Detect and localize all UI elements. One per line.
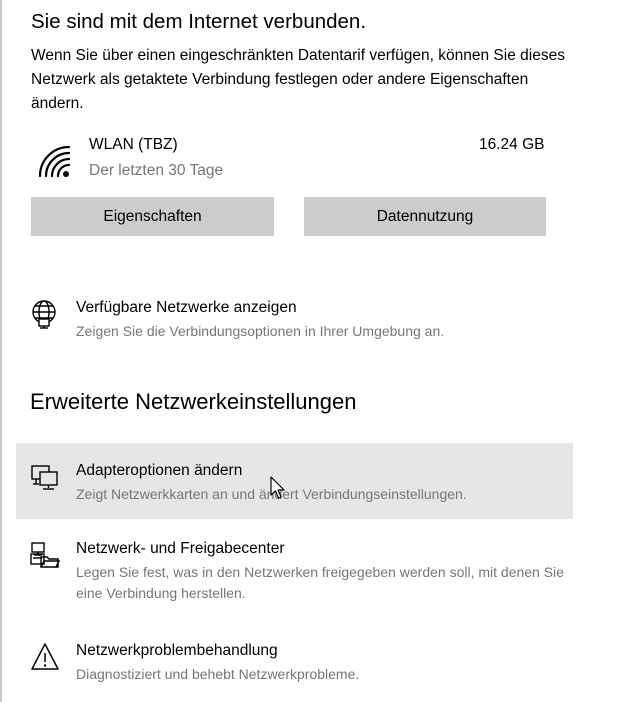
troubleshooter-subtitle: Diagnostiziert und behebt Netzwerkproble… (76, 666, 360, 682)
sharing-center-link[interactable]: Netzwerk- und Freigabecenter Legen Sie f… (16, 537, 573, 609)
properties-button[interactable]: Eigenschaften (31, 197, 274, 236)
network-data-usage: 16.24 GB (479, 136, 545, 153)
connection-status-description: Wenn Sie über einen eingeschränkten Date… (31, 47, 565, 112)
adapter-options-subtitle: Zeigt Netzwerkkarten an und ändert Verbi… (76, 486, 467, 502)
network-period: Der letzten 30 Tage (89, 162, 224, 179)
warning-icon (31, 643, 59, 670)
adapter-options-title: Adapteroptionen ändern (76, 462, 243, 479)
network-adapter-icon (31, 465, 58, 490)
available-networks-link[interactable]: Verfügbare Netzwerke anzeigen Zeigen Sie… (16, 296, 573, 346)
adapter-options-link[interactable]: Adapteroptionen ändern Zeigt Netzwerkkar… (16, 443, 573, 519)
troubleshooter-title: Netzwerkproblembehandlung (76, 642, 278, 659)
network-name: WLAN (TBZ) (89, 136, 178, 153)
sharing-center-title: Netzwerk- und Freigabecenter (76, 540, 285, 557)
window-left-edge (0, 0, 2, 702)
sharing-center-subtitle: Legen Sie fest, was in den Netzwerken fr… (76, 564, 564, 601)
globe-icon (32, 300, 56, 329)
available-networks-subtitle: Zeigen Sie die Verbindungsoptionen in Ih… (76, 323, 445, 339)
mouse-cursor-icon (270, 476, 285, 499)
wifi-icon (38, 145, 71, 178)
troubleshooter-link[interactable]: Netzwerkproblembehandlung Diagnostiziert… (16, 639, 573, 689)
sharing-center-icon (30, 542, 60, 568)
available-networks-title: Verfügbare Netzwerke anzeigen (76, 299, 297, 316)
connection-status-title: Sie sind mit dem Internet verbunden. (31, 10, 367, 33)
data-usage-button[interactable]: Datennutzung (304, 197, 546, 236)
advanced-settings-heading: Erweiterte Netzwerkeinstellungen (30, 389, 357, 414)
